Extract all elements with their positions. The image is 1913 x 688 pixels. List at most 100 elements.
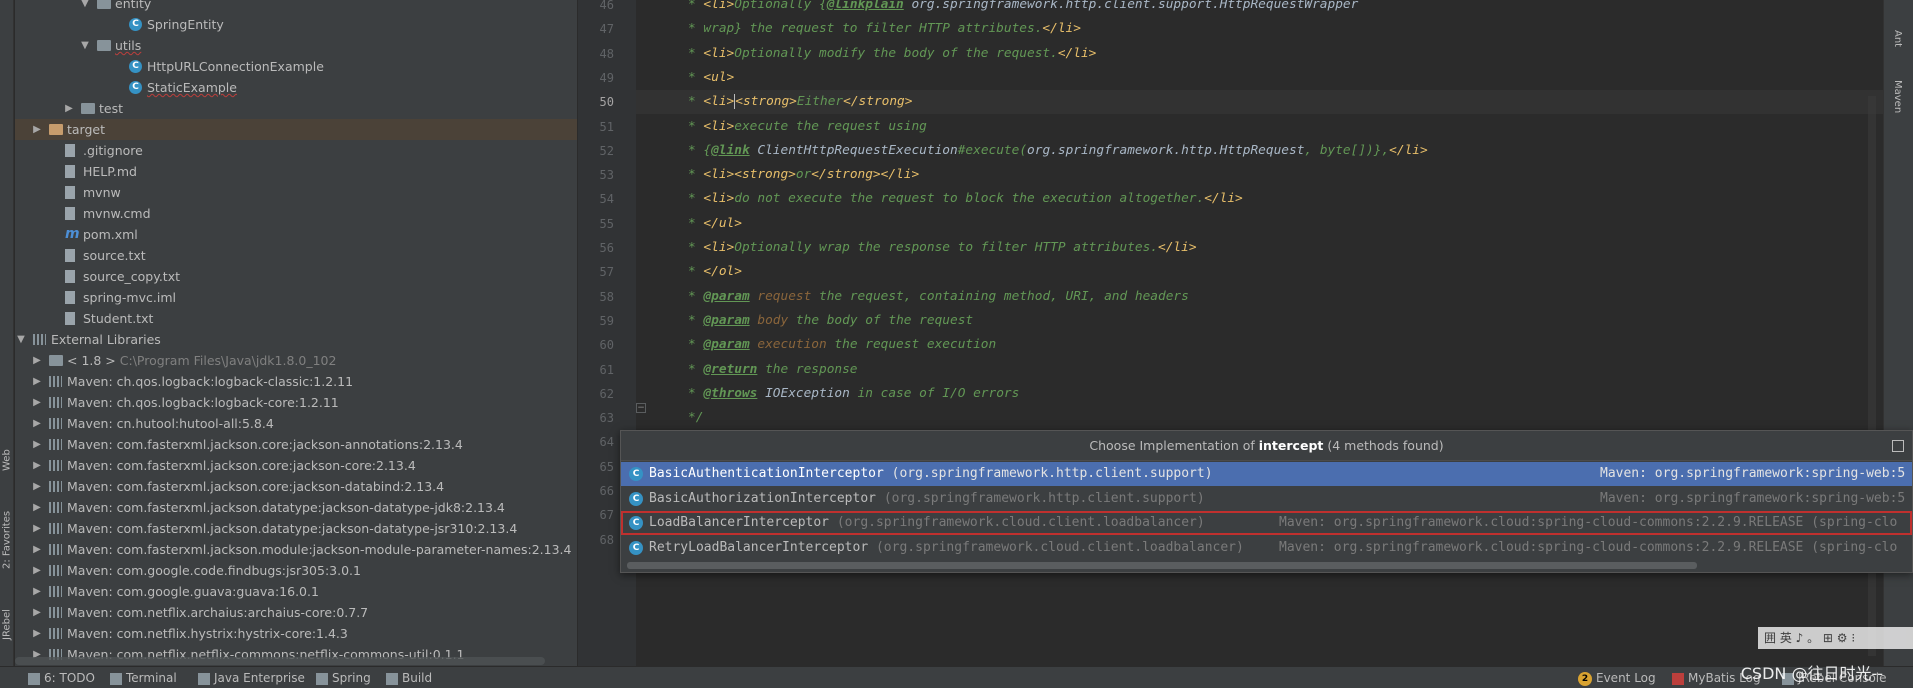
code-line[interactable]: * <li>execute the request using xyxy=(636,115,1883,139)
code-line[interactable]: * @param body the body of the request xyxy=(636,309,1883,333)
implementation-item[interactable]: C BasicAuthorizationInterceptor (org.spri… xyxy=(621,487,1912,511)
code-line[interactable]: * <ul> xyxy=(636,66,1883,90)
left-tab-1[interactable]: 2: Favorites xyxy=(0,500,14,580)
tree-item[interactable]: ▶ Maven: com.fasterxml.jackson.core:jacks… xyxy=(15,434,577,455)
expand-arrow-icon[interactable]: ▶ xyxy=(31,413,43,434)
expand-arrow-icon[interactable]: ▶ xyxy=(31,560,43,581)
right-tab-maven[interactable]: Maven xyxy=(1892,80,1903,113)
expand-arrow-icon[interactable]: ▼ xyxy=(15,329,27,350)
expand-arrow-icon[interactable]: ▼ xyxy=(79,0,91,14)
left-tab-2[interactable]: JRebel xyxy=(0,600,14,650)
code-line[interactable]: * <li>do not execute the request to bloc… xyxy=(636,187,1883,211)
expand-arrow-icon[interactable]: ▶ xyxy=(31,455,43,476)
tool-icon xyxy=(386,672,398,685)
implementation-item[interactable]: C LoadBalancerInterceptor (org.springfram… xyxy=(621,511,1912,535)
expand-arrow-icon[interactable]: ▶ xyxy=(31,434,43,455)
code-line[interactable]: * <li><strong>Either</strong> xyxy=(636,90,1883,115)
tree-item[interactable]: mvnw xyxy=(15,182,577,203)
left-tab-0[interactable]: Web xyxy=(0,440,14,480)
tree-item[interactable]: ▶ Maven: com.fasterxml.jackson.core:jacks… xyxy=(15,476,577,497)
tree-item[interactable]: ▶ Maven: com.google.guava:guava:16.0.1 xyxy=(15,581,577,602)
toolwindow-java-enterprise[interactable]: Java Enterprise xyxy=(198,667,305,688)
code-line[interactable]: * <li><strong>or</strong></li> xyxy=(636,163,1883,187)
tree-item[interactable]: ▶ Maven: com.fasterxml.jackson.core:jacks… xyxy=(15,455,577,476)
file-icon xyxy=(65,249,75,262)
expand-arrow-icon[interactable]: ▼ xyxy=(79,35,91,56)
tree-item[interactable]: ▶ Maven: com.google.code.findbugs:jsr305:… xyxy=(15,560,577,581)
expand-arrow-icon[interactable]: ▶ xyxy=(31,476,43,497)
class-icon: C xyxy=(129,18,142,31)
tree-item[interactable]: .gitignore xyxy=(15,140,577,161)
tree-item[interactable]: ▶ test xyxy=(15,98,577,119)
folder-icon xyxy=(81,103,95,114)
popup-horizontal-scrollbar[interactable] xyxy=(627,562,1697,569)
expand-arrow-icon[interactable]: ▶ xyxy=(31,497,43,518)
tree-item[interactable]: C HttpURLConnectionExample xyxy=(15,56,577,77)
tree-item[interactable]: ▶ Maven: com.netflix.archaius:archaius-co… xyxy=(15,602,577,623)
ime-toolbar[interactable]: 囲 英 ♪ 。 ⊞ ⚙ ⁝ xyxy=(1758,627,1913,649)
toolwindow-build[interactable]: Build xyxy=(386,667,432,688)
tree-item[interactable]: ▶ target xyxy=(15,119,577,140)
expand-arrow-icon[interactable]: ▶ xyxy=(31,392,43,413)
project-horizontal-scrollbar[interactable] xyxy=(15,657,545,665)
tree-item[interactable]: ▶ Maven: cn.hutool:hutool-all:5.8.4 xyxy=(15,413,577,434)
expand-arrow-icon[interactable]: ▶ xyxy=(31,119,43,140)
line-number: 68 xyxy=(599,532,614,547)
expand-arrow-icon[interactable]: ▶ xyxy=(63,98,75,119)
code-line[interactable]: * <li>Optionally modify the body of the … xyxy=(636,42,1883,66)
code-line[interactable]: * <li>Optionally wrap the response to fi… xyxy=(636,236,1883,260)
tree-item[interactable]: ▶ Maven: ch.qos.logback:logback-classic:1… xyxy=(15,371,577,392)
tree-item-label: Maven: com.netflix.hystrix:hystrix-core:… xyxy=(67,626,348,641)
code-line[interactable]: * wrap} the request to filter HTTP attri… xyxy=(636,17,1883,41)
tree-item[interactable]: m pom.xml xyxy=(15,224,577,245)
code-line[interactable]: * </ol> xyxy=(636,260,1883,284)
tree-item[interactable]: ▶ Maven: com.fasterxml.jackson.module:jac… xyxy=(15,539,577,560)
library-icon xyxy=(49,607,62,618)
file-icon xyxy=(65,144,75,157)
tree-item[interactable]: Student.txt xyxy=(15,308,577,329)
tree-item[interactable]: ▼ External Libraries xyxy=(15,329,577,350)
toolwindow-terminal[interactable]: Terminal xyxy=(110,667,177,688)
right-tab-ant[interactable]: Ant xyxy=(1892,30,1903,47)
expand-arrow-icon[interactable]: ▶ xyxy=(31,623,43,644)
expand-arrow-icon[interactable]: ▶ xyxy=(31,518,43,539)
expand-arrow-icon[interactable]: ▶ xyxy=(31,371,43,392)
code-line[interactable]: * @param execution the request execution xyxy=(636,333,1883,357)
tree-item[interactable]: ▶ Maven: ch.qos.logback:logback-core:1.2.… xyxy=(15,392,577,413)
expand-arrow-icon[interactable]: ▶ xyxy=(31,602,43,623)
tree-item[interactable]: ▶ Maven: com.fasterxml.jackson.datatype:j… xyxy=(15,497,577,518)
expand-arrow-icon[interactable]: ▶ xyxy=(31,581,43,602)
toolwindow-event-log[interactable]: 2 Event Log xyxy=(1578,667,1656,688)
toolwindow-spring[interactable]: Spring xyxy=(316,667,371,688)
fold-marker-icon[interactable]: − xyxy=(636,403,646,413)
tree-item[interactable]: ▼ entity xyxy=(15,0,577,14)
tree-item[interactable]: ▼ utils xyxy=(15,35,577,56)
tree-item[interactable]: C StaticExample xyxy=(15,77,577,98)
tree-item[interactable]: ▶ < 1.8 > C:\Program Files\Java\jdk1.8.0_… xyxy=(15,350,577,371)
implementation-class: LoadBalancerInterceptor xyxy=(649,515,837,530)
tree-item[interactable]: spring-mvc.iml xyxy=(15,287,577,308)
pin-icon[interactable] xyxy=(1892,440,1904,452)
code-line[interactable]: * <li>Optionally {@linkplain org.springf… xyxy=(636,0,1883,17)
code-line[interactable]: * @param request the request, containing… xyxy=(636,285,1883,309)
expand-arrow-icon[interactable]: ▶ xyxy=(31,539,43,560)
code-line[interactable]: * @return the response xyxy=(636,358,1883,382)
code-line[interactable]: * </ul> xyxy=(636,212,1883,236)
implementation-source: Maven: org.springframework.cloud:spring-… xyxy=(1279,539,1898,555)
tree-item[interactable]: ▶ Maven: com.fasterxml.jackson.datatype:j… xyxy=(15,518,577,539)
code-line[interactable]: */ xyxy=(636,406,1883,430)
tree-item-label: Maven: com.fasterxml.jackson.core:jackso… xyxy=(67,437,463,452)
implementation-item[interactable]: C BasicAuthenticationInterceptor (org.spr… xyxy=(621,462,1912,486)
code-line[interactable]: * {@link ClientHttpRequestExecution#exec… xyxy=(636,139,1883,163)
toolwindow-6-todo[interactable]: 6: TODO xyxy=(28,667,95,688)
tree-item[interactable]: source.txt xyxy=(15,245,577,266)
implementation-item[interactable]: C RetryLoadBalancerInterceptor (org.sprin… xyxy=(621,536,1912,560)
tree-item[interactable]: C SpringEntity xyxy=(15,14,577,35)
code-line[interactable]: * @throws IOException in case of I/O err… xyxy=(636,382,1883,406)
expand-arrow-icon[interactable]: ▶ xyxy=(31,350,43,371)
tree-item[interactable]: ▶ Maven: com.netflix.hystrix:hystrix-core… xyxy=(15,623,577,644)
tree-item[interactable]: mvnw.cmd xyxy=(15,203,577,224)
tree-item[interactable]: HELP.md xyxy=(15,161,577,182)
implementation-class: RetryLoadBalancerInterceptor xyxy=(649,539,876,555)
tree-item[interactable]: source_copy.txt xyxy=(15,266,577,287)
